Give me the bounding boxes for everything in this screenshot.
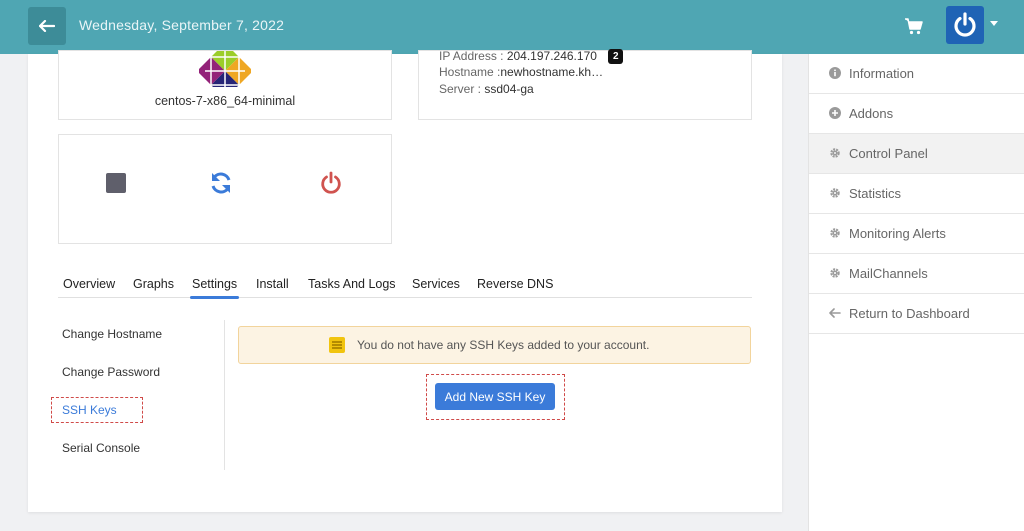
back-button[interactable]	[28, 7, 66, 45]
sidebar-item-label: Statistics	[849, 186, 902, 201]
hostname-line: Hostname :newhostname.kh…	[439, 65, 603, 79]
info-icon	[829, 67, 841, 79]
centos-logo	[199, 51, 251, 87]
subnav-ssh-keys[interactable]: SSH Keys	[62, 403, 117, 417]
gear-icon	[829, 187, 841, 199]
tab-tasks-and-logs[interactable]: Tasks And Logs	[308, 277, 396, 291]
subnav-change-hostname[interactable]: Change Hostname	[62, 327, 162, 341]
server-label: Server :	[439, 82, 482, 96]
power-icon	[954, 12, 976, 37]
ip-address-line: IP Address : 204.197.246.170 2	[439, 49, 624, 65]
tab-graphs[interactable]: Graphs	[133, 277, 174, 291]
sidebar-item-label: MailChannels	[849, 266, 928, 281]
tab-overview[interactable]: Overview	[63, 277, 115, 291]
current-date: Wednesday, September 7, 2022	[79, 17, 285, 33]
add-ssh-key-button[interactable]: Add New SSH Key	[435, 383, 555, 410]
tab-settings[interactable]: Settings	[189, 277, 240, 299]
account-power-button[interactable]	[946, 6, 984, 44]
power-icon	[321, 171, 341, 194]
power-controls-box	[58, 134, 392, 244]
subnav-serial-console[interactable]: Serial Console	[62, 441, 140, 455]
server-details-card: centos-7-x86_64-minimal IP Address : 204…	[28, 49, 782, 512]
hostname-label: Hostname :	[439, 65, 501, 79]
server-value: ssd04-ga	[484, 82, 534, 96]
note-icon	[329, 337, 345, 353]
ip-label: IP Address :	[439, 49, 504, 63]
alert-message: You do not have any SSH Keys added to yo…	[357, 338, 650, 352]
sidebar-item-return-to-dashboard[interactable]: Return to Dashboard	[809, 294, 1024, 334]
sidebar-item-control-panel[interactable]: Control Panel	[809, 134, 1024, 174]
sidebar-item-label: Return to Dashboard	[849, 306, 970, 321]
restart-icon	[211, 172, 231, 194]
sidebar-item-monitoring-alerts[interactable]: Monitoring Alerts	[809, 214, 1024, 254]
stop-icon	[106, 173, 126, 193]
sidebar-item-statistics[interactable]: Statistics	[809, 174, 1024, 214]
sidebar-item-information[interactable]: Information	[809, 54, 1024, 94]
arrow-left-icon	[829, 307, 841, 319]
gear-icon	[829, 267, 841, 279]
power-off-button[interactable]	[319, 171, 343, 195]
right-sidebar: Information Addons Control Panel Statist…	[808, 54, 1024, 531]
tab-reverse-dns[interactable]: Reverse DNS	[477, 277, 553, 291]
os-info-box: centos-7-x86_64-minimal	[58, 50, 392, 120]
sidebar-item-addons[interactable]: Addons	[809, 94, 1024, 134]
subnav-divider	[224, 320, 225, 470]
sidebar-item-label: Control Panel	[849, 146, 928, 161]
sidebar-item-label: Monitoring Alerts	[849, 226, 946, 241]
no-ssh-keys-alert: You do not have any SSH Keys added to yo…	[238, 326, 751, 364]
top-bar: Wednesday, September 7, 2022	[0, 0, 1024, 54]
cart-button[interactable]	[904, 16, 924, 36]
server-info-box: IP Address : 204.197.246.170 2 Hostname …	[418, 49, 752, 120]
server-tabs: Overview Graphs Settings Install Tasks A…	[58, 274, 752, 299]
server-line: Server : ssd04-ga	[439, 82, 534, 96]
sidebar-item-label: Information	[849, 66, 915, 81]
ip-count-badge[interactable]: 2	[608, 49, 624, 65]
account-dropdown-caret[interactable]	[990, 21, 998, 26]
tab-install[interactable]: Install	[256, 277, 289, 291]
sidebar-item-label: Addons	[849, 106, 894, 121]
stop-button[interactable]	[104, 171, 128, 195]
plus-circle-icon	[829, 107, 841, 119]
sidebar-item-mailchannels[interactable]: MailChannels	[809, 254, 1024, 294]
cart-icon	[905, 18, 923, 35]
os-name: centos-7-x86_64-minimal	[154, 94, 296, 108]
subnav-change-password[interactable]: Change Password	[62, 365, 160, 379]
gear-icon	[829, 147, 841, 159]
arrow-left-icon	[39, 20, 55, 32]
restart-button[interactable]	[209, 171, 233, 195]
hostname-value: newhostname.kh…	[500, 65, 604, 79]
gear-icon	[829, 227, 841, 239]
ip-value: 204.197.246.170	[506, 49, 597, 63]
tab-services[interactable]: Services	[412, 277, 460, 291]
